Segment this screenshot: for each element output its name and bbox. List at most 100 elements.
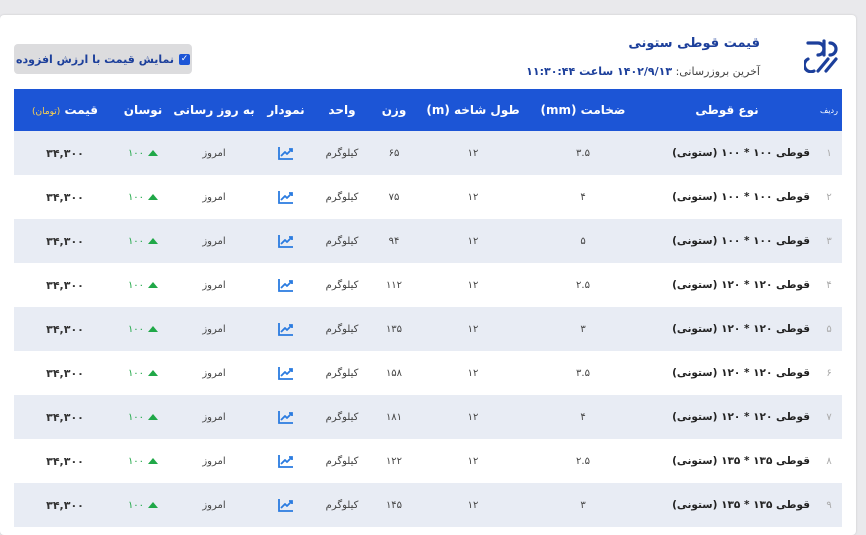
product-name[interactable]: قوطی ۱۳۵ * ۱۳۵ (ستونی): [638, 439, 816, 483]
col-thickness[interactable]: ضخامت (mm): [528, 89, 638, 131]
product-name[interactable]: قوطی ۱۲۰ * ۱۲۰ (ستونی): [638, 307, 816, 351]
arrow-up-icon: [148, 281, 159, 288]
col-price-label: قیمت: [64, 103, 99, 117]
updated-cell: امروز: [202, 499, 226, 511]
vat-toggle[interactable]: ✓ نمایش قیمت با ارزش افزوده: [14, 44, 192, 74]
change-cell: ۱۰۰: [116, 307, 170, 351]
chart-icon[interactable]: [278, 498, 294, 512]
price-card: قیمت قوطی ستونی آخرین بروزرسانی: ۱۴۰۲/۹/…: [0, 15, 856, 535]
row-index: ۷: [826, 411, 832, 423]
change-cell: ۱۰۰: [116, 131, 170, 175]
checkbox-checked-icon[interactable]: ✓: [179, 53, 191, 65]
table-row[interactable]: ۳ قوطی ۱۰۰ * ۱۰۰ (ستونی) ۵ ۱۲ ۹۴ کیلوگرم امروز…: [14, 219, 842, 263]
chart-cell[interactable]: [258, 307, 314, 351]
col-weight[interactable]: وزن: [370, 89, 418, 131]
product-name[interactable]: قوطی ۱۲۰ * ۱۲۰ (ستونی): [638, 263, 816, 307]
unit-cell: کیلوگرم: [325, 455, 359, 467]
chart-cell[interactable]: [258, 219, 314, 263]
thickness-cell: ۲.۵: [576, 279, 590, 291]
table-row[interactable]: ۲ قوطی ۱۰۰ * ۱۰۰ (ستونی) ۴ ۱۲ ۷۵ کیلوگرم امروز…: [14, 175, 842, 219]
col-price[interactable]: قیمت (تومان): [14, 89, 116, 131]
table-row[interactable]: ۱ قوطی ۱۰۰ * ۱۰۰ (ستونی) ۳.۵ ۱۲ ۶۵ کیلوگرم امر…: [14, 131, 842, 175]
chart-icon[interactable]: [278, 234, 294, 248]
price-cell: ۳۴,۳۰۰: [46, 190, 84, 204]
chart-cell[interactable]: [258, 175, 314, 219]
arrow-up-icon: [148, 237, 159, 244]
chart-icon[interactable]: [278, 410, 294, 424]
thickness-cell: ۴: [580, 411, 586, 423]
weight-cell: ۱۳۵: [385, 323, 403, 335]
change-cell: ۱۰۰: [116, 263, 170, 307]
arrow-up-icon: [148, 193, 159, 200]
thickness-cell: ۳.۵: [576, 367, 590, 379]
weight-cell: ۶۵: [388, 147, 400, 159]
chart-icon[interactable]: [278, 454, 294, 468]
row-index: ۲: [826, 191, 832, 203]
vat-toggle-label: نمایش قیمت با ارزش افزوده: [16, 52, 175, 66]
product-name[interactable]: قوطی ۱۳۵ * ۱۳۵ (ستونی): [638, 483, 816, 527]
thickness-cell: ۲.۵: [576, 455, 590, 467]
chart-icon[interactable]: [278, 146, 294, 160]
row-index: ۸: [826, 455, 832, 467]
price-cell: ۳۴,۳۰۰: [46, 234, 84, 248]
chart-cell[interactable]: [258, 439, 314, 483]
chart-cell[interactable]: [258, 483, 314, 527]
price-cell: ۳۴,۳۰۰: [46, 498, 84, 512]
thickness-cell: ۵: [580, 235, 586, 247]
product-name[interactable]: قوطی ۱۰۰ * ۱۰۰ (ستونی): [638, 219, 816, 263]
col-chart: نمودار: [267, 103, 305, 117]
price-cell: ۳۴,۳۰۰: [46, 454, 84, 468]
updated-cell: امروز: [202, 411, 226, 423]
weight-cell: ۱۸۱: [385, 411, 403, 423]
col-name[interactable]: نوع قوطی: [638, 89, 816, 131]
product-name[interactable]: قوطی ۱۰۰ * ۱۰۰ (ستونی): [638, 175, 816, 219]
change-value: ۱۰۰: [127, 235, 145, 247]
card-header: قیمت قوطی ستونی آخرین بروزرسانی: ۱۴۰۲/۹/…: [0, 15, 856, 88]
chart-icon[interactable]: [278, 278, 294, 292]
chart-cell[interactable]: [258, 131, 314, 175]
change-cell: ۱۰۰: [116, 439, 170, 483]
length-cell: ۱۲: [467, 235, 479, 247]
unit-cell: کیلوگرم: [325, 367, 359, 379]
table-row[interactable]: ۹ قوطی ۱۳۵ * ۱۳۵ (ستونی) ۳ ۱۲ ۱۴۵ کیلوگرم امرو…: [14, 483, 842, 527]
change-value: ۱۰۰: [127, 411, 145, 423]
weight-cell: ۹۴: [388, 235, 400, 247]
product-name[interactable]: قوطی ۱۰۰ * ۱۰۰ (ستونی): [638, 131, 816, 175]
chart-cell[interactable]: [258, 395, 314, 439]
price-cell: ۳۴,۳۰۰: [46, 410, 84, 424]
col-length[interactable]: طول شاخه (m): [418, 89, 528, 131]
change-value: ۱۰۰: [127, 147, 145, 159]
chart-cell[interactable]: [258, 263, 314, 307]
length-cell: ۱۲: [467, 323, 479, 335]
row-index: ۹: [826, 499, 832, 511]
price-cell: ۳۴,۳۰۰: [46, 146, 84, 160]
table-row[interactable]: ۵ قوطی ۱۲۰ * ۱۲۰ (ستونی) ۳ ۱۲ ۱۳۵ کیلوگرم امرو…: [14, 307, 842, 351]
arrow-up-icon: [148, 501, 159, 508]
arrow-up-icon: [148, 413, 159, 420]
length-cell: ۱۲: [467, 147, 479, 159]
col-change[interactable]: نوسان: [116, 89, 170, 131]
chart-cell[interactable]: [258, 351, 314, 395]
price-cell: ۳۴,۳۰۰: [46, 322, 84, 336]
table-row[interactable]: ۸ قوطی ۱۳۵ * ۱۳۵ (ستونی) ۲.۵ ۱۲ ۱۲۲ کیلوگرم ام…: [14, 439, 842, 483]
table-row[interactable]: ۷ قوطی ۱۲۰ * ۱۲۰ (ستونی) ۴ ۱۲ ۱۸۱ کیلوگرم امرو…: [14, 395, 842, 439]
length-cell: ۱۲: [467, 191, 479, 203]
chart-icon[interactable]: [278, 322, 294, 336]
unit-cell: کیلوگرم: [325, 279, 359, 291]
product-name[interactable]: قوطی ۱۲۰ * ۱۲۰ (ستونی): [638, 351, 816, 395]
updated-cell: امروز: [202, 455, 226, 467]
table-row[interactable]: ۶ قوطی ۱۲۰ * ۱۲۰ (ستونی) ۳.۵ ۱۲ ۱۵۸ کیلوگرم ام…: [14, 351, 842, 395]
product-name[interactable]: قوطی ۱۲۰ * ۱۲۰ (ستونی): [638, 395, 816, 439]
length-cell: ۱۲: [467, 499, 479, 511]
length-cell: ۱۲: [467, 411, 479, 423]
length-cell: ۱۲: [467, 455, 479, 467]
page-title: قیمت قوطی ستونی: [628, 36, 760, 51]
row-index: ۱: [826, 147, 832, 159]
row-index: ۳: [826, 235, 832, 247]
change-value: ۱۰۰: [127, 499, 145, 511]
last-updated-value: ۱۴۰۲/۹/۱۳ ساعت ۱۱:۳۰:۴۴: [526, 65, 673, 78]
chart-icon[interactable]: [278, 190, 294, 204]
chart-icon[interactable]: [278, 366, 294, 380]
table-row[interactable]: ۴ قوطی ۱۲۰ * ۱۲۰ (ستونی) ۲.۵ ۱۲ ۱۱۲ کیلوگرم ام…: [14, 263, 842, 307]
change-value: ۱۰۰: [127, 323, 145, 335]
